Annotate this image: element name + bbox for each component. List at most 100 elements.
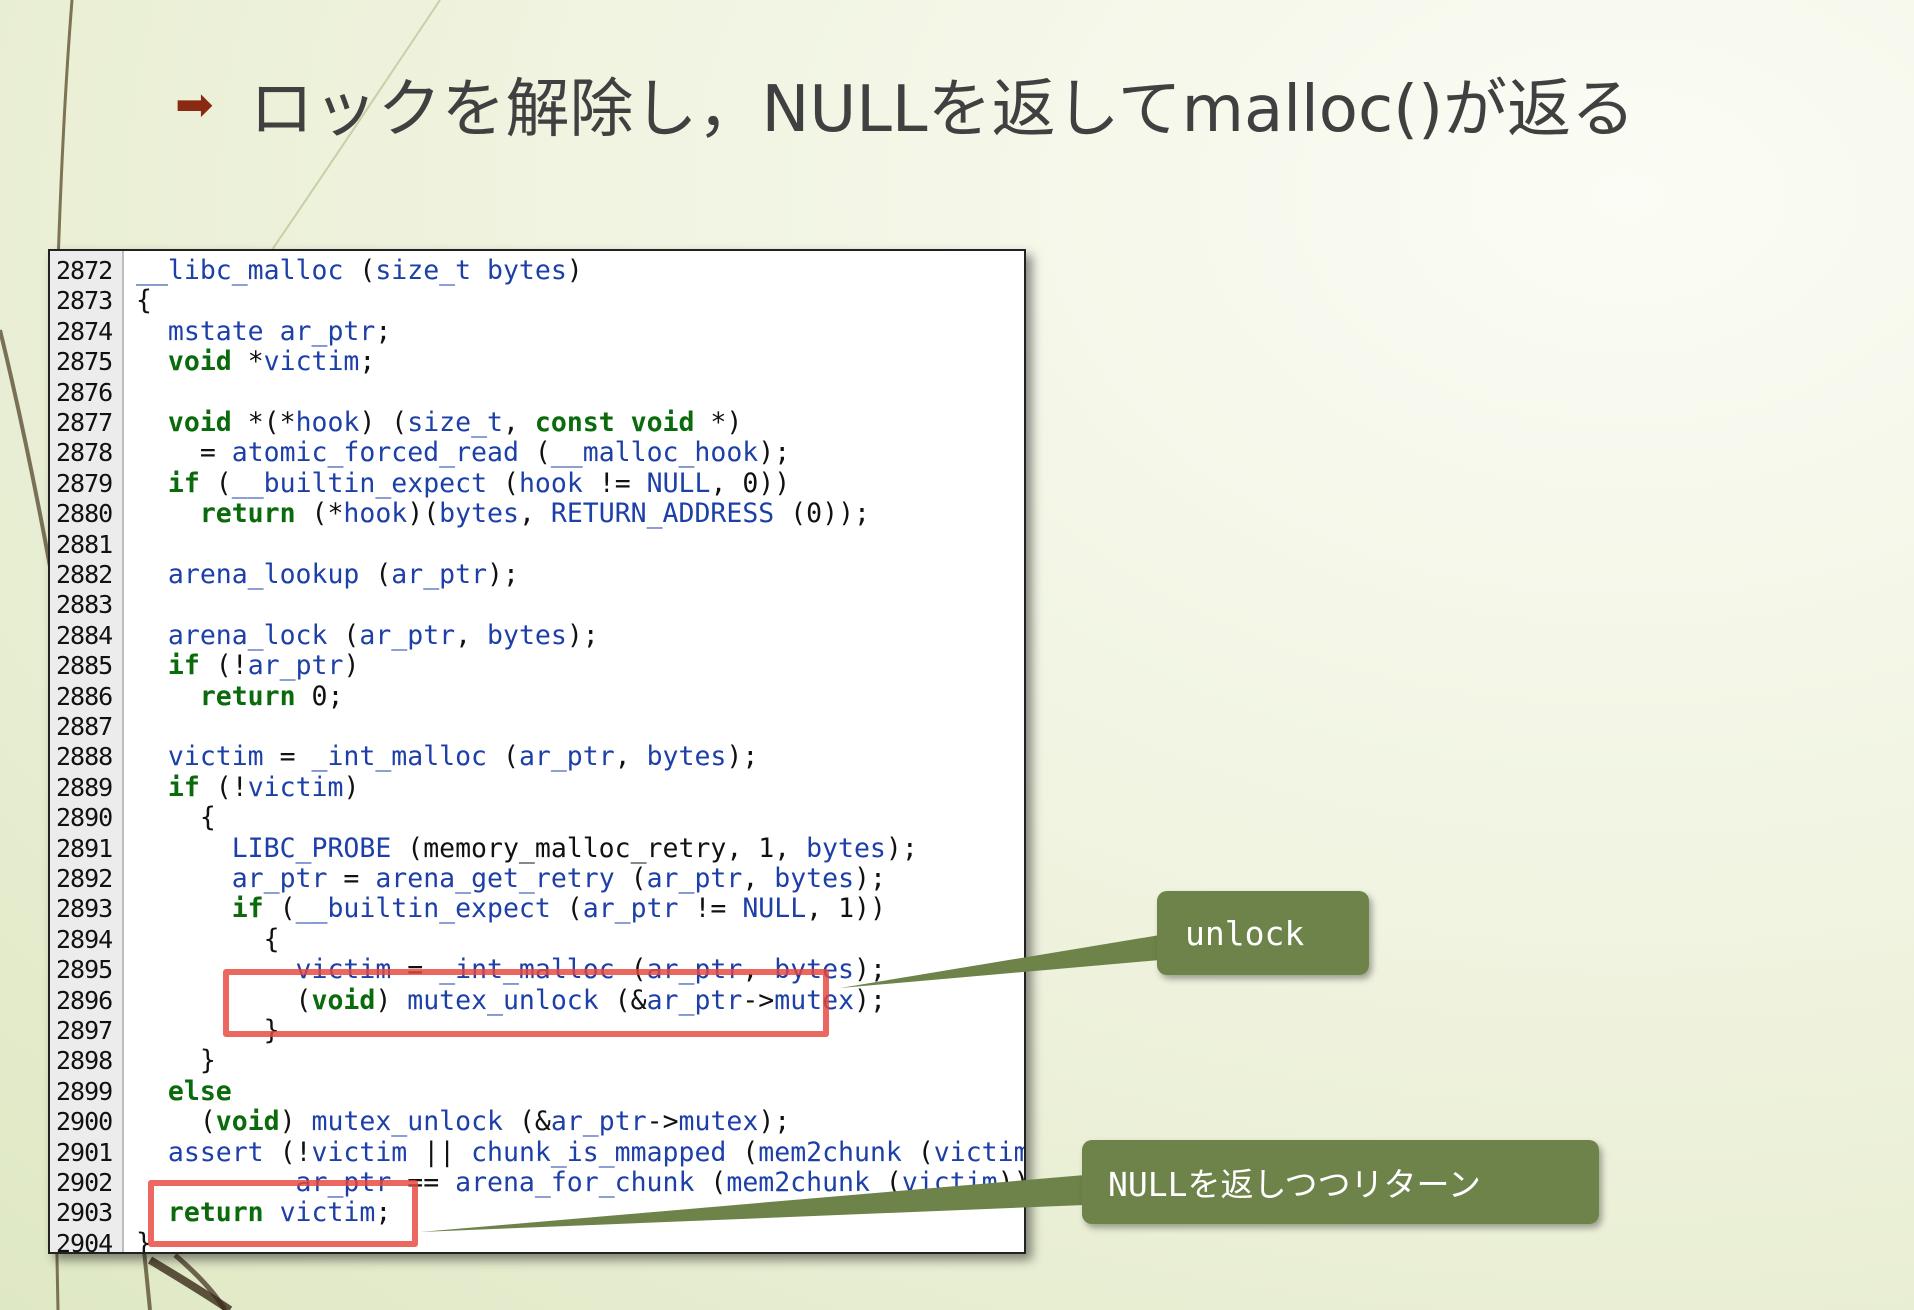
code-token: mem2chunk: [758, 1136, 918, 1168]
code-token: victim: [311, 1136, 424, 1168]
code-token: (: [917, 1136, 934, 1168]
code-token: (: [566, 893, 583, 925]
line-number: 2895: [56, 955, 113, 985]
code-token: );: [758, 437, 791, 469]
code-token: return: [136, 680, 312, 712]
code-text: (void) mutex_unlock (&ar_ptr->mutex);: [136, 1106, 791, 1138]
code-token: size_t: [407, 407, 503, 438]
code-token: bytes: [487, 619, 567, 651]
slide-title: ➡ ロックを解除し，NULLを返してmalloc()が返る: [175, 58, 1635, 150]
code-token: (: [502, 741, 519, 773]
code-token: (!: [215, 771, 248, 803]
code-token: void: [136, 407, 248, 438]
code-token: );: [566, 619, 599, 651]
code-token: ): [343, 650, 360, 682]
code-text: arena_lock (ar_ptr, bytes);: [136, 619, 599, 651]
code-token: victim: [136, 741, 280, 773]
code-token: (!: [279, 1136, 312, 1168]
line-number: 2883: [56, 590, 113, 620]
line-number: 2873: [56, 286, 113, 316]
code-text: __libc_malloc (size_t bytes): [136, 255, 583, 286]
code-token: RETURN_ADDRESS: [550, 498, 791, 530]
code-token: atomic_forced_read: [231, 437, 535, 469]
line-number: 2884: [56, 620, 113, 650]
line-number: 2890: [56, 803, 113, 833]
code-token: ar_ptr: [582, 893, 695, 925]
line-number: 2886: [56, 681, 113, 711]
code-token: else: [136, 1075, 232, 1107]
code-token: {: [136, 923, 280, 955]
line-number: 2872: [56, 256, 113, 285]
code-token: (: [375, 559, 392, 590]
code-token: );: [726, 741, 759, 773]
code-token: victim: [933, 1136, 1026, 1168]
line-number: 2888: [56, 742, 113, 772]
code-token: )(: [407, 498, 440, 530]
line-number: 2893: [56, 894, 113, 924]
code-token: size_t bytes: [375, 255, 567, 286]
code-token: mem2chunk: [726, 1167, 886, 1198]
code-text: if (__builtin_expect (hook != NULL, 0)): [136, 467, 791, 499]
code-token: ,: [503, 407, 535, 438]
code-token: , 0)): [710, 467, 791, 499]
code-token: bytes: [646, 741, 727, 773]
code-token: ): [343, 771, 360, 803]
unlock-highlight-box: [223, 969, 829, 1037]
line-number: 2899: [56, 1076, 113, 1106]
line-number: 2876: [56, 377, 113, 407]
code-text: assert (!victim || chunk_is_mmapped (mem…: [136, 1136, 1026, 1168]
code-token: );: [885, 832, 918, 864]
code-token: ||: [423, 1136, 472, 1168]
code-token: mutex: [678, 1106, 759, 1138]
code-token: 0;: [311, 680, 344, 712]
line-number: 2874: [56, 316, 113, 346]
code-token: );: [854, 863, 886, 894]
slide-title-text: ロックを解除し，NULLを返してmalloc()が返る: [249, 73, 1636, 147]
unlock-callout: unlock: [1157, 891, 1369, 975]
return-null-callout-text: NULLを返しつつリターン: [1108, 1165, 1481, 1204]
code-token: );: [487, 559, 519, 590]
code-token: )));: [997, 1167, 1024, 1198]
code-text: = atomic_forced_read (__malloc_hook);: [136, 438, 790, 468]
line-number: 2891: [56, 833, 113, 863]
code-token: ,: [455, 619, 488, 651]
code-text: {: [136, 802, 216, 833]
code-token: }: [136, 1045, 216, 1077]
unlock-callout-text: unlock: [1185, 913, 1305, 953]
code-token: );: [854, 954, 886, 986]
code-token: =: [136, 437, 232, 469]
code-token: mstate ar_ptr: [136, 315, 376, 347]
code-text: void *victim;: [136, 346, 375, 378]
code-token: ;: [375, 315, 392, 347]
code-token: (: [136, 1106, 216, 1138]
code-text: {: [136, 286, 152, 316]
code-token: =: [343, 863, 376, 894]
line-number: 2875: [56, 347, 113, 377]
code-token: victim: [263, 346, 360, 378]
code-token: if: [136, 893, 280, 925]
return-null-callout: NULLを返しつつリターン: [1082, 1140, 1599, 1224]
code-token: ): [566, 255, 583, 286]
return-highlight-box: [148, 1180, 418, 1247]
code-token: ) (: [359, 407, 408, 438]
code-token: (: [359, 255, 376, 286]
code-token: ar_ptr: [550, 1106, 647, 1138]
line-number: 2881: [56, 529, 113, 559]
code-token: const void: [534, 407, 711, 438]
line-number: 2885: [56, 651, 113, 681]
code-token: __libc_malloc: [136, 255, 360, 286]
code-token: LIBC_PROBE: [136, 832, 408, 864]
code-token: ar_ptr: [646, 863, 743, 894]
code-token: (: [502, 467, 519, 499]
line-number: 2901: [56, 1137, 113, 1167]
code-text: void *(*hook) (size_t, const void *): [136, 407, 742, 438]
code-listing: 2872 __libc_malloc (size_t bytes) 2873{287…: [48, 249, 1026, 1254]
code-token: __malloc_hook: [550, 437, 759, 469]
code-token: , 1)): [806, 893, 886, 925]
code-token: !=: [598, 467, 647, 499]
code-token: ->: [646, 1106, 679, 1138]
code-token: );: [758, 1106, 791, 1138]
code-token: __builtin_expect: [295, 893, 567, 925]
line-number: 2889: [56, 772, 113, 802]
code-text: {: [136, 923, 280, 955]
